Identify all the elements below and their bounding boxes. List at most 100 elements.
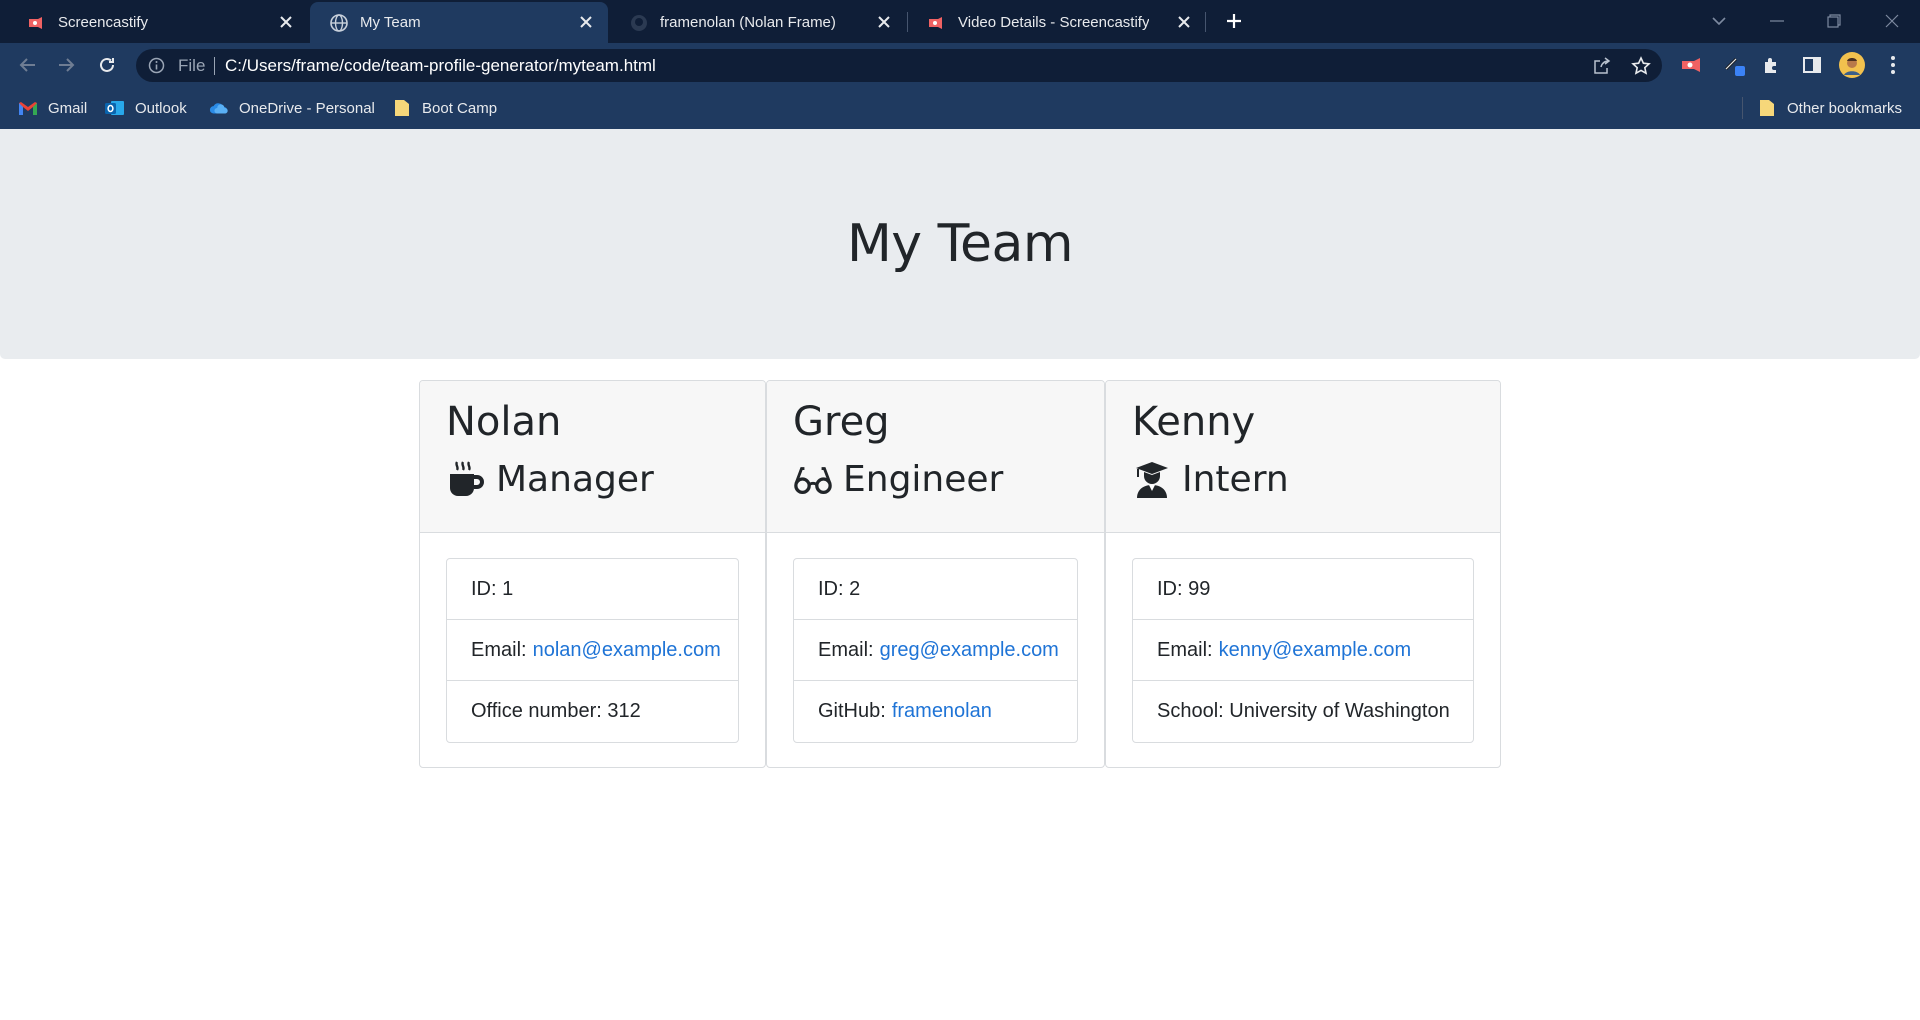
employee-card-manager: Nolan Manager ID: 1 Email: nolan@example.… bbox=[419, 380, 766, 768]
id-text: ID: 99 bbox=[1157, 577, 1211, 600]
screencastify-icon bbox=[928, 14, 946, 32]
page-header-jumbotron: My Team bbox=[0, 129, 1920, 359]
page-title: My Team bbox=[846, 214, 1074, 274]
employee-role: Manager bbox=[446, 459, 654, 500]
school-text: School: University of Washington bbox=[1157, 700, 1450, 722]
github-icon bbox=[630, 14, 648, 32]
tab-search-icon[interactable] bbox=[1706, 8, 1732, 34]
role-label: Intern bbox=[1182, 459, 1289, 500]
tab-my-team[interactable]: My Team bbox=[310, 2, 608, 43]
close-window-button[interactable] bbox=[1879, 8, 1905, 34]
card-header: Nolan Manager bbox=[420, 381, 765, 533]
glasses-icon bbox=[793, 460, 833, 500]
graduate-icon bbox=[1132, 460, 1172, 500]
address-divider bbox=[214, 57, 215, 75]
tab-video-details[interactable]: Video Details - Screencastify bbox=[908, 2, 1206, 43]
close-tab-icon[interactable] bbox=[874, 12, 894, 32]
bookmark-onedrive[interactable]: OneDrive - Personal bbox=[209, 97, 375, 119]
bookmark-folder-boot-camp[interactable]: Boot Camp bbox=[392, 97, 497, 119]
email-link[interactable]: nolan@example.com bbox=[533, 639, 721, 662]
pen-extension-icon[interactable] bbox=[1722, 52, 1748, 78]
profile-avatar[interactable] bbox=[1839, 52, 1865, 78]
bookmark-label: Gmail bbox=[48, 99, 88, 117]
menu-kebab-icon[interactable] bbox=[1880, 52, 1906, 78]
screencastify-icon bbox=[28, 14, 46, 32]
back-button[interactable] bbox=[14, 52, 40, 78]
employee-id: ID: 2 bbox=[794, 559, 1077, 620]
github-label: GitHub: bbox=[818, 700, 886, 722]
screencastify-extension-icon[interactable] bbox=[1679, 52, 1705, 78]
address-bar[interactable]: File C:/Users/frame/code/team-profile-ge… bbox=[136, 49, 1662, 82]
card-header: Greg Engineer bbox=[767, 381, 1104, 533]
tab-divider bbox=[1205, 12, 1206, 32]
bookmark-outlook[interactable]: Outlook bbox=[105, 97, 187, 119]
gmail-icon bbox=[18, 99, 38, 117]
employee-details-list: ID: 99 Email: kenny@example.com School: U… bbox=[1132, 558, 1474, 743]
email-label: Email: bbox=[1157, 638, 1213, 661]
tab-screencastify[interactable]: Screencastify bbox=[8, 2, 308, 43]
email-link[interactable]: kenny@example.com bbox=[1219, 639, 1412, 662]
employee-id: ID: 1 bbox=[447, 559, 738, 620]
employee-name: Greg bbox=[793, 399, 890, 445]
employee-email: Email: greg@example.com bbox=[794, 620, 1077, 681]
restore-button[interactable] bbox=[1821, 8, 1847, 34]
close-tab-icon[interactable] bbox=[576, 12, 596, 32]
role-label: Manager bbox=[496, 459, 654, 500]
employee-id: ID: 99 bbox=[1133, 559, 1473, 620]
school: School: University of Washington bbox=[1133, 681, 1473, 742]
url-text[interactable]: C:/Users/frame/code/team-profile-generat… bbox=[225, 56, 656, 76]
other-bookmarks-folder[interactable]: Other bookmarks bbox=[1757, 97, 1902, 119]
employee-email: Email: nolan@example.com bbox=[447, 620, 738, 681]
github-username: GitHub: framenolan bbox=[794, 681, 1077, 742]
tab-strip: Screencastify My Team framenolan (Nolan … bbox=[0, 0, 1920, 43]
new-tab-button[interactable] bbox=[1222, 9, 1246, 33]
tab-title: Video Details - Screencastify bbox=[958, 14, 1150, 31]
card-header: Kenny Intern bbox=[1106, 381, 1500, 533]
reload-button[interactable] bbox=[94, 52, 120, 78]
bookmark-gmail[interactable]: Gmail bbox=[18, 97, 87, 119]
office-number: Office number: 312 bbox=[447, 681, 738, 742]
browser-toolbar: File C:/Users/frame/code/team-profile-ge… bbox=[0, 43, 1920, 87]
share-icon[interactable] bbox=[1591, 55, 1613, 77]
extensions-puzzle-icon[interactable] bbox=[1759, 52, 1785, 78]
outlook-icon bbox=[105, 99, 125, 117]
close-tab-icon[interactable] bbox=[276, 12, 296, 32]
mug-icon bbox=[446, 460, 486, 500]
employee-details-list: ID: 2 Email: greg@example.com GitHub: fram… bbox=[793, 558, 1078, 743]
forward-button[interactable] bbox=[54, 52, 80, 78]
employee-card-intern: Kenny Intern ID: 99 Email: kenny@example.… bbox=[1105, 380, 1501, 768]
employee-details-list: ID: 1 Email: nolan@example.com Office num… bbox=[446, 558, 739, 743]
office-number-text: Office number: 312 bbox=[471, 700, 641, 722]
close-tab-icon[interactable] bbox=[1174, 12, 1194, 32]
minimize-button[interactable] bbox=[1764, 8, 1790, 34]
bookmarks-divider bbox=[1742, 97, 1743, 119]
role-label: Engineer bbox=[843, 459, 1004, 500]
scheme-label: File bbox=[178, 56, 206, 75]
bookmark-label: Other bookmarks bbox=[1787, 99, 1903, 117]
onedrive-icon bbox=[209, 99, 229, 117]
info-icon[interactable] bbox=[148, 57, 165, 74]
github-link[interactable]: framenolan bbox=[892, 700, 992, 723]
employee-role: Engineer bbox=[793, 459, 1003, 500]
employee-name: Nolan bbox=[446, 399, 562, 445]
tab-title: Screencastify bbox=[58, 14, 149, 31]
email-link[interactable]: greg@example.com bbox=[880, 639, 1059, 662]
email-label: Email: bbox=[818, 638, 874, 661]
bookmarks-bar: Gmail Outlook OneDrive - Personal Boot C… bbox=[0, 87, 1920, 129]
tab-title: framenolan (Nolan Frame) bbox=[660, 14, 836, 31]
employee-role: Intern bbox=[1132, 459, 1289, 500]
employee-card-engineer: Greg Engineer ID: 2 Email: greg@example.c… bbox=[766, 380, 1105, 768]
email-label: Email: bbox=[471, 638, 527, 661]
employee-email: Email: kenny@example.com bbox=[1133, 620, 1473, 681]
bookmark-label: Outlook bbox=[135, 99, 187, 117]
side-panel-icon[interactable] bbox=[1799, 52, 1825, 78]
bookmark-label: Boot Camp bbox=[422, 99, 498, 117]
id-text: ID: 1 bbox=[471, 577, 514, 600]
folder-icon bbox=[392, 99, 412, 117]
bookmark-label: OneDrive - Personal bbox=[239, 99, 375, 117]
folder-icon bbox=[1757, 99, 1777, 117]
employee-name: Kenny bbox=[1132, 399, 1256, 445]
id-text: ID: 2 bbox=[818, 577, 861, 600]
tab-github[interactable]: framenolan (Nolan Frame) bbox=[610, 2, 906, 43]
bookmark-star-icon[interactable] bbox=[1630, 55, 1652, 77]
